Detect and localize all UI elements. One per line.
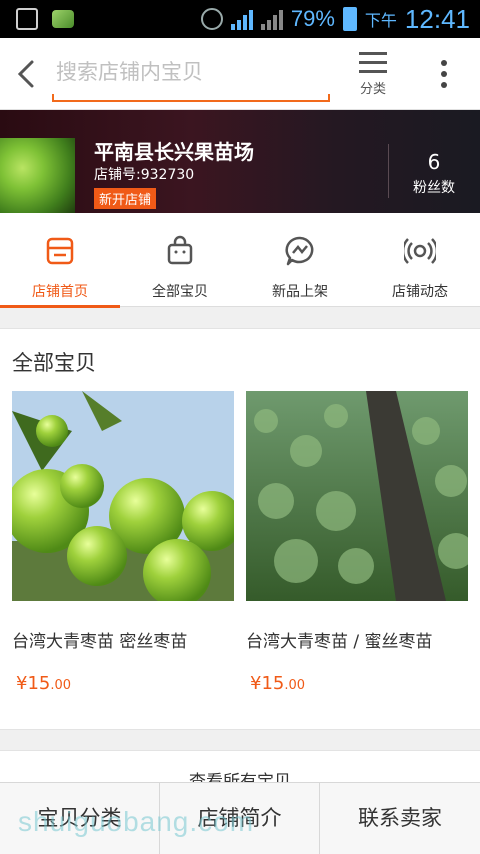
all-items-section: 全部宝贝 台湾大青枣苗 密丝枣苗 ¥15.00 台湾大青枣苗 / 蜜丝枣苗 ¥1…	[0, 328, 480, 730]
search-header: 分类	[0, 38, 480, 110]
clock: 12:41	[404, 3, 470, 34]
product-name: 台湾大青枣苗 / 蜜丝枣苗	[246, 632, 433, 652]
category-button[interactable]: 分类	[348, 52, 398, 104]
section-title: 全部宝贝	[12, 351, 96, 375]
more-options-icon[interactable]	[438, 60, 450, 92]
product-name: 台湾大青枣苗 密丝枣苗	[12, 632, 188, 652]
shop-tabs: 店铺首页 全部宝贝 新品上架 店铺动态	[0, 213, 480, 308]
category-label: 分类	[359, 82, 386, 97]
shop-name: 平南县长兴果苗场	[94, 140, 254, 164]
product-card[interactable]: 台湾大青枣苗 / 蜜丝枣苗 ¥15.00	[246, 391, 468, 694]
status-bar: 79% 下午 12:41	[0, 0, 480, 38]
signal-e-icon	[230, 8, 253, 30]
item-categories-button[interactable]: 宝贝分类	[0, 783, 160, 854]
tab-shop-home[interactable]: 店铺首页	[0, 213, 120, 308]
shop-intro-button[interactable]: 店铺简介	[160, 783, 320, 854]
shop-id: 店铺号:932730	[94, 167, 195, 183]
shop-avatar[interactable]	[0, 138, 75, 213]
tab-label: 新品上架	[272, 284, 328, 300]
tab-label: 店铺动态	[392, 284, 448, 300]
battery-percent: 79%	[290, 6, 335, 31]
product-price: ¥15.00	[250, 673, 306, 694]
product-image-jujube-fruit[interactable]	[12, 391, 234, 601]
tab-all-items[interactable]: 全部宝贝	[120, 213, 240, 307]
product-price: ¥15.00	[16, 673, 72, 694]
battery-icon	[342, 7, 357, 31]
shop-banner: 平南县长兴果苗场 店铺号:932730 新开店铺 6 粉丝数	[0, 110, 480, 213]
bag-icon	[167, 235, 193, 265]
broadcast-icon	[404, 238, 436, 264]
search-box[interactable]	[52, 52, 330, 102]
signal-no-sim-icon	[260, 8, 283, 30]
tab-new-arrivals[interactable]: 新品上架	[240, 213, 360, 307]
search-input[interactable]	[56, 60, 324, 84]
bottom-nav: 宝贝分类 店铺简介 联系卖家	[0, 782, 480, 854]
alarm-icon	[200, 8, 223, 30]
product-card[interactable]: 台湾大青枣苗 密丝枣苗 ¥15.00	[12, 391, 234, 694]
tab-label: 全部宝贝	[152, 284, 208, 300]
list-icon	[359, 52, 387, 74]
tab-label: 店铺首页	[32, 284, 88, 300]
new-arrival-icon	[285, 236, 314, 266]
screenshot-notification-icon	[16, 8, 38, 30]
app-notification-icon	[52, 10, 74, 28]
product-image-seedling-field[interactable]	[246, 391, 468, 601]
new-shop-badge: 新开店铺	[94, 188, 157, 209]
am-pm-label: 下午	[364, 11, 397, 30]
fans-count: 6	[427, 150, 441, 174]
back-arrow-icon[interactable]	[12, 58, 40, 90]
fans-label: 粉丝数	[413, 180, 455, 196]
contact-seller-button[interactable]: 联系卖家	[320, 783, 480, 854]
store-icon	[46, 237, 74, 265]
tab-shop-feed[interactable]: 店铺动态	[360, 213, 480, 307]
